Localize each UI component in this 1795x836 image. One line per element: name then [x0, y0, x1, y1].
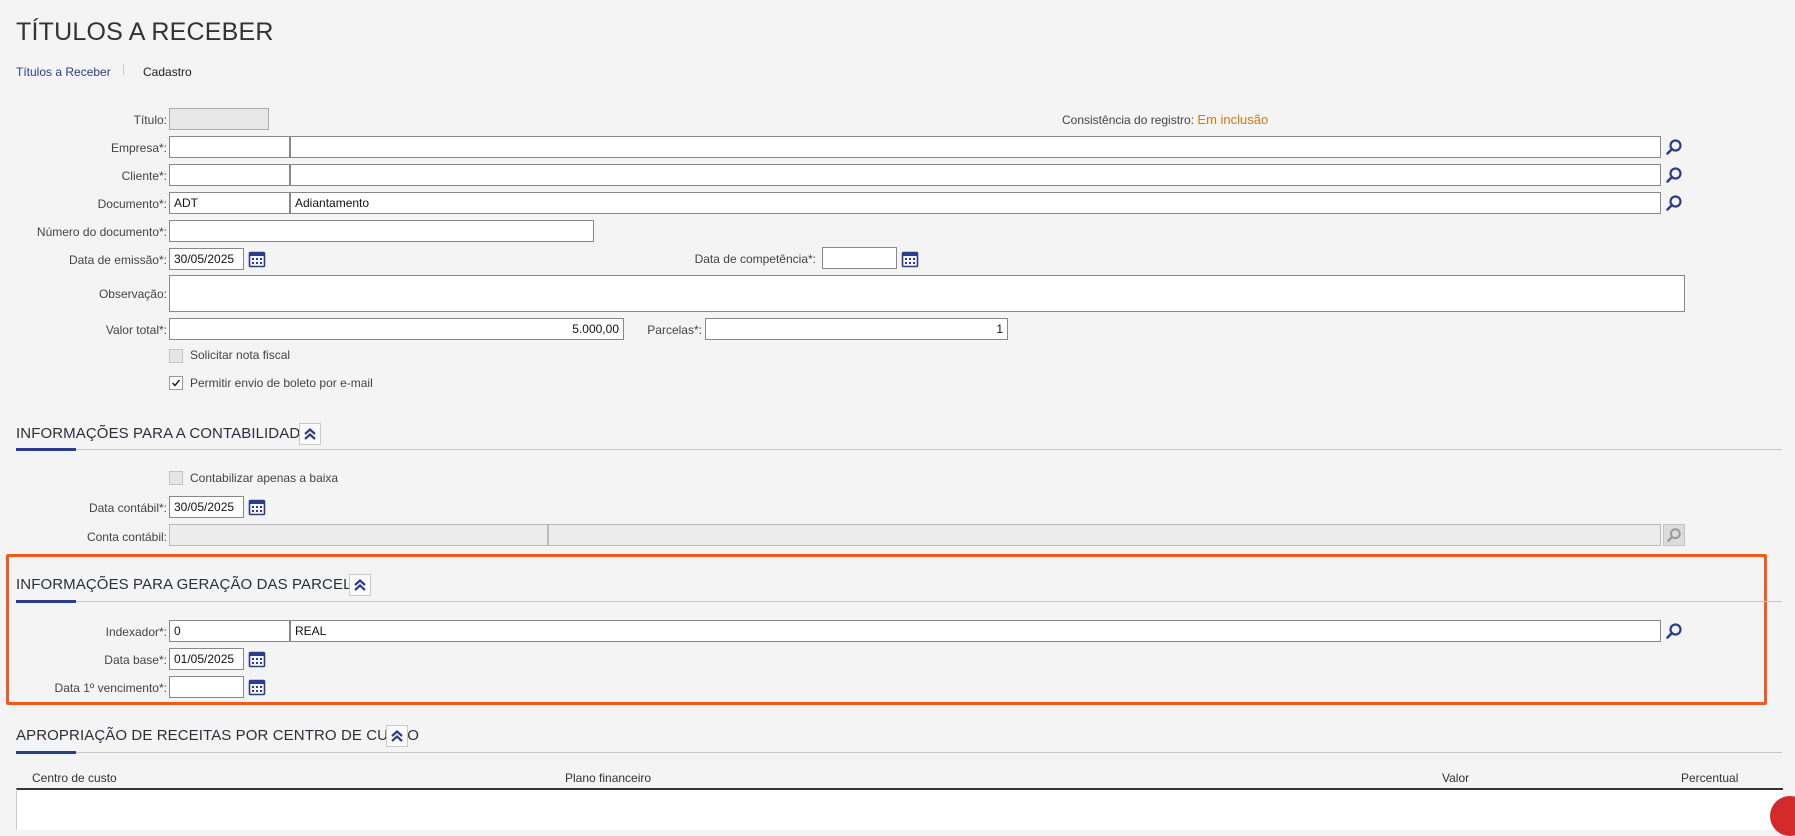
cliente-name-input[interactable]	[290, 164, 1661, 186]
collapse-section-button[interactable]	[299, 423, 321, 445]
chevron-double-up-icon	[304, 428, 316, 440]
data-emissao-input[interactable]	[169, 248, 244, 270]
contabilizar-baixa-label: Contabilizar apenas a baixa	[190, 471, 339, 485]
cliente-code-input[interactable]	[169, 164, 290, 186]
cliente-label: Cliente*:	[121, 169, 167, 183]
observacao-textarea[interactable]	[169, 275, 1685, 312]
data-contabil-input[interactable]	[169, 496, 244, 518]
contabilizar-baixa-checkbox[interactable]	[169, 471, 183, 485]
section-title-parcelas: INFORMAÇÕES PARA GERAÇÃO DAS PARCELAS	[16, 576, 372, 593]
documento-code-input[interactable]	[169, 192, 290, 214]
indexador-code-input[interactable]	[169, 620, 290, 642]
permitir-boleto-label: Permitir envio de boleto por e-mail	[190, 376, 373, 390]
data-base-label: Data base*:	[104, 653, 167, 667]
data-emissao-label: Data de emissão*:	[68, 253, 167, 267]
solicitar-nota-label: Solicitar nota fiscal	[190, 348, 291, 362]
parcelas-input[interactable]	[705, 318, 1008, 340]
breadcrumb-link[interactable]: Títulos a Receber	[16, 65, 111, 79]
permitir-boleto-checkbox[interactable]	[169, 376, 183, 390]
conta-contabil-search-icon	[1663, 524, 1685, 546]
numero-documento-input[interactable]	[169, 220, 594, 242]
chevron-double-up-icon	[391, 730, 403, 742]
documento-name-input[interactable]	[290, 192, 1661, 214]
valor-total-input[interactable]	[169, 318, 624, 340]
calendar-icon[interactable]	[248, 650, 266, 668]
documento-label: Documento*:	[97, 197, 167, 211]
parcelas-label: Parcelas*:	[647, 323, 702, 337]
documento-search-icon[interactable]	[1664, 193, 1684, 213]
data-vencimento-label: Data 1º vencimento*:	[54, 681, 167, 695]
calendar-icon[interactable]	[901, 250, 919, 268]
conta-contabil-name-input	[548, 524, 1661, 546]
cliente-search-icon[interactable]	[1664, 165, 1684, 185]
column-header-valor: Valor	[1442, 771, 1470, 785]
section-accent	[16, 600, 76, 603]
page-title: TÍTULOS A RECEBER	[16, 18, 274, 46]
calendar-icon[interactable]	[248, 678, 266, 696]
empresa-search-icon[interactable]	[1664, 137, 1684, 157]
conta-contabil-label: Conta contábil:	[86, 530, 167, 544]
titulo-label: Título:	[133, 113, 167, 127]
consistencia: Consistência do registro: Em inclusão	[1062, 112, 1268, 127]
solicitar-nota-checkbox[interactable]	[169, 349, 183, 363]
conta-contabil-code-input	[169, 524, 548, 546]
indexador-search-icon[interactable]	[1664, 621, 1684, 641]
breadcrumb-current: Cadastro	[143, 65, 192, 79]
data-competencia-input[interactable]	[822, 247, 897, 269]
data-base-input[interactable]	[169, 648, 244, 670]
section-divider	[16, 449, 1782, 450]
data-vencimento-input[interactable]	[169, 676, 244, 698]
calendar-icon[interactable]	[248, 250, 266, 268]
calendar-icon[interactable]	[248, 498, 266, 516]
observacao-label: Observação:	[98, 287, 167, 301]
section-title-apropriacao: APROPRIAÇÃO DE RECEITAS POR CENTRO DE CU…	[16, 727, 419, 744]
section-divider	[16, 752, 1782, 753]
empresa-label: Empresa*:	[110, 141, 167, 155]
empresa-code-input[interactable]	[169, 136, 290, 158]
collapse-section-button[interactable]	[386, 725, 408, 747]
section-title-contabilidade: INFORMAÇÕES PARA A CONTABILIDADE	[16, 425, 311, 442]
indexador-name-input[interactable]	[290, 620, 1661, 642]
section-accent	[16, 751, 76, 754]
column-header-centro-custo: Centro de custo	[32, 771, 117, 785]
column-header-percentual: Percentual	[1681, 771, 1739, 785]
valor-total-label: Valor total*:	[105, 323, 167, 337]
column-header-plano-financeiro: Plano financeiro	[565, 771, 652, 785]
consistencia-status: Em inclusão	[1197, 112, 1269, 127]
numero-documento-label: Número do documento*:	[36, 225, 167, 239]
section-divider	[16, 601, 1782, 602]
indexador-label: Indexador*:	[105, 625, 167, 639]
chevron-double-up-icon	[354, 579, 366, 591]
checkmark-icon	[171, 379, 181, 387]
cost-center-table	[16, 788, 1783, 830]
consistencia-label: Consistência do registro:	[1062, 113, 1195, 127]
titulo-field	[169, 108, 269, 130]
section-accent	[16, 448, 76, 451]
collapse-section-button[interactable]	[349, 574, 371, 596]
data-contabil-label: Data contábil*:	[88, 501, 167, 515]
breadcrumb-separator	[123, 64, 124, 75]
empresa-name-input[interactable]	[290, 136, 1661, 158]
data-competencia-label: Data de competência*:	[694, 252, 816, 266]
